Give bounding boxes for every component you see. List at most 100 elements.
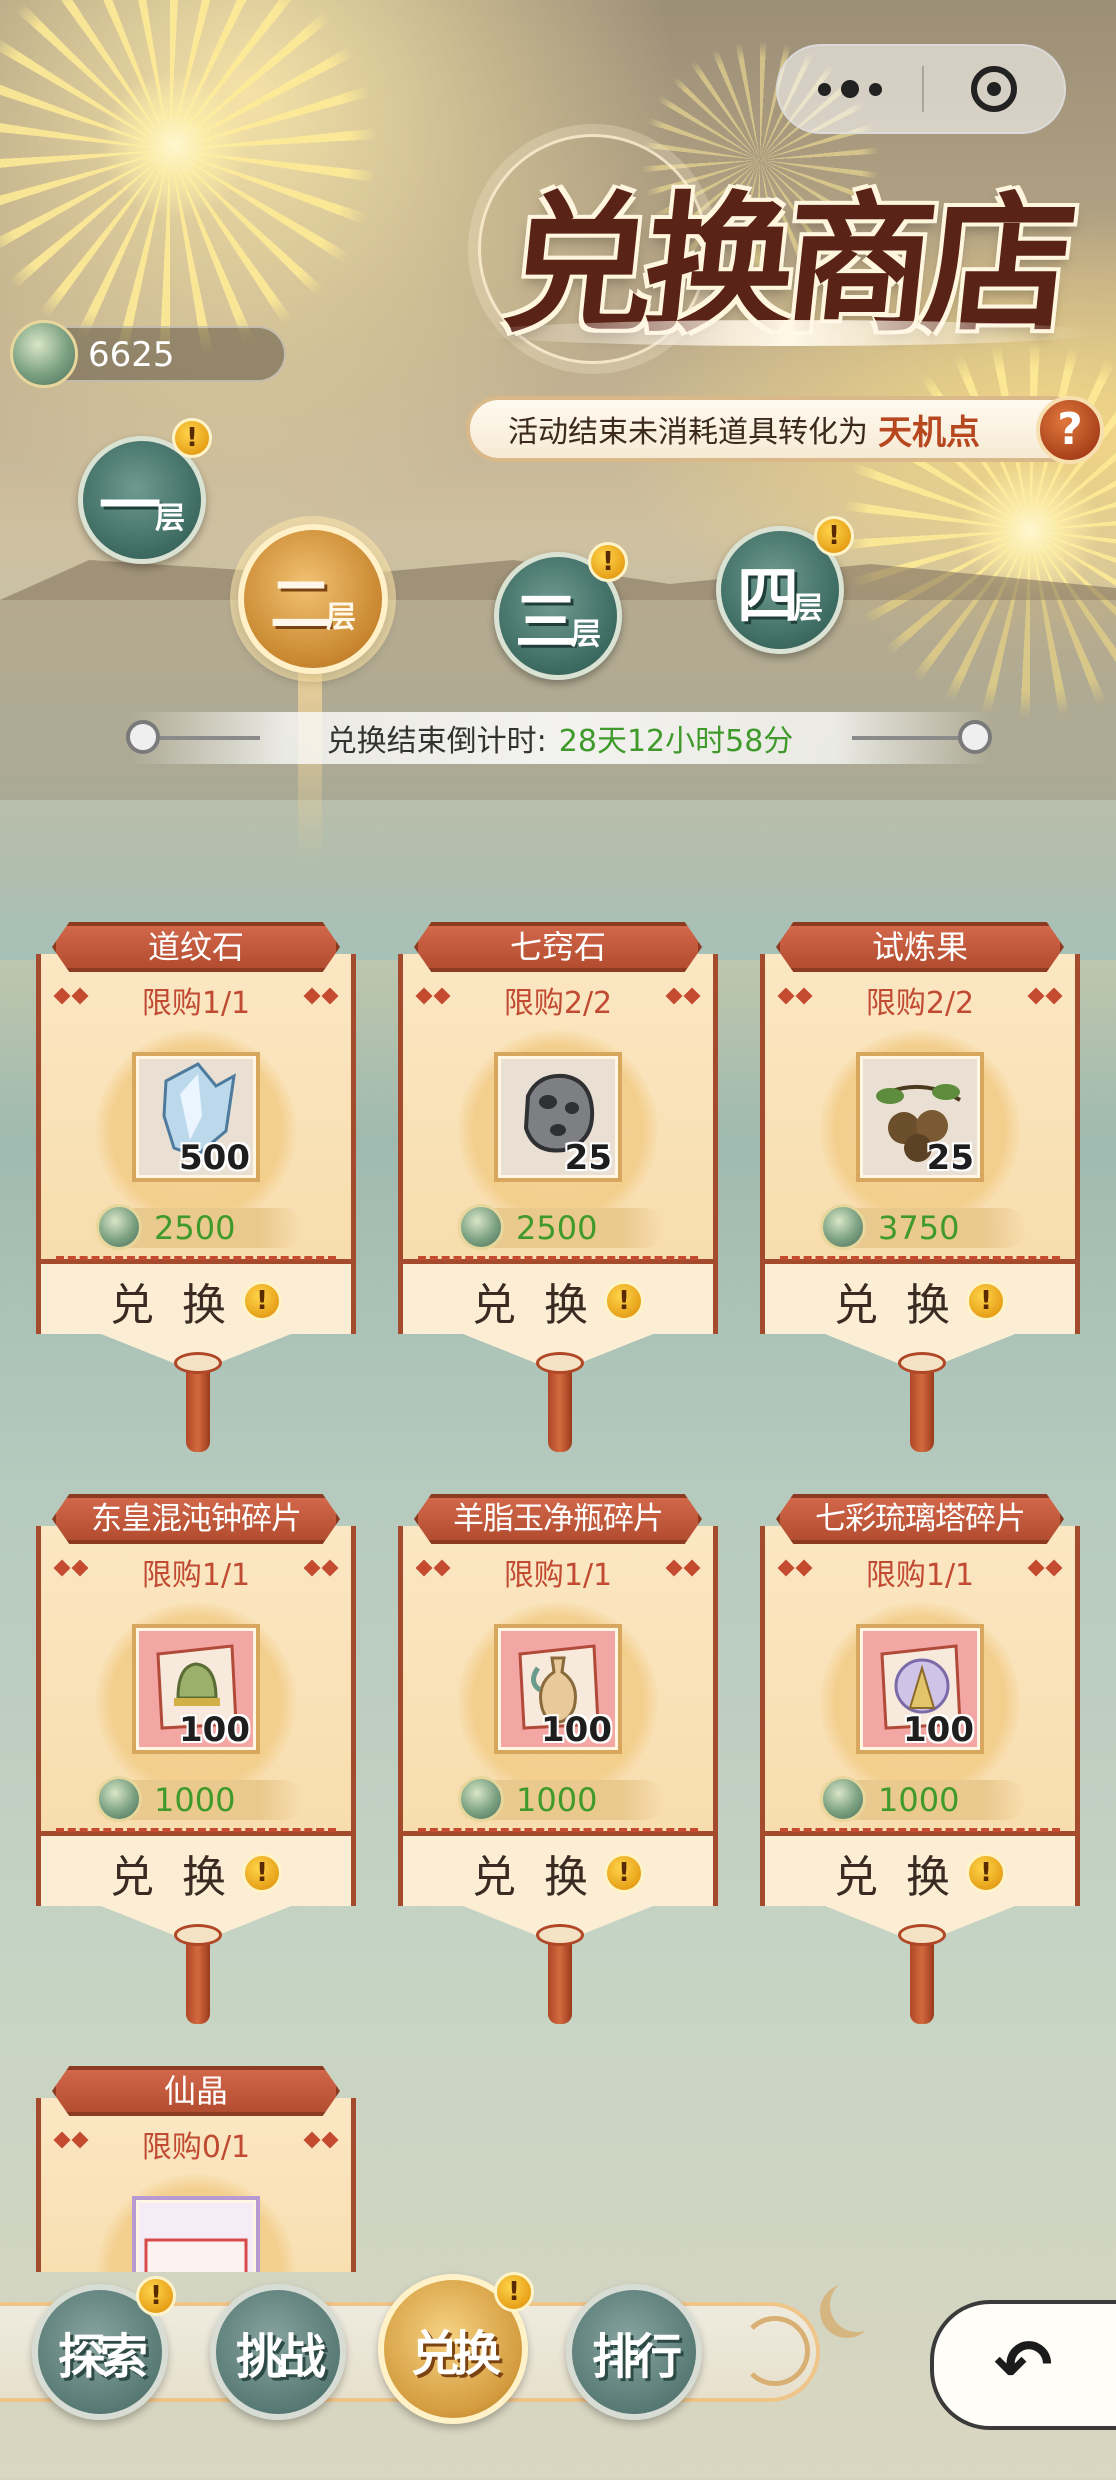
shop-item-card: 东皇混沌钟碎片 限购1/1 100 1000 兑换 !	[36, 1494, 356, 2024]
card-stem-cap	[536, 1352, 584, 1374]
shop-item-card: 七彩琉璃塔碎片 限购1/1 100 1000 兑换 !	[760, 1494, 1080, 2024]
item-name: 道纹石	[52, 922, 340, 972]
item-frame[interactable]: 100	[132, 1624, 260, 1754]
card-stem-cap	[898, 1352, 946, 1374]
card-divider	[56, 1256, 336, 1260]
countdown-knob-left	[126, 720, 160, 754]
exchange-alert-badge: !	[604, 1853, 644, 1893]
conversion-note-text: 活动结束未消耗道具转化为	[508, 415, 868, 450]
item-frame[interactable]: 25	[856, 1052, 984, 1182]
nav-label: 挑战	[235, 2329, 326, 2385]
jade-coin-icon	[458, 1776, 504, 1822]
exchange-button[interactable]: 兑换 !	[398, 1846, 718, 1903]
exchange-button[interactable]: 兑换 !	[36, 1274, 356, 1331]
item-count: 25	[564, 1138, 612, 1178]
shop-item-card: 仙晶 限购0/1	[36, 2066, 356, 2272]
help-button[interactable]: ?	[1036, 396, 1104, 464]
item-frame[interactable]: 100	[494, 1624, 622, 1754]
item-name: 仙晶	[52, 2066, 340, 2116]
item-count: 100	[541, 1710, 612, 1750]
item-price-value: 2500	[154, 1209, 236, 1247]
card-divider	[418, 1256, 698, 1260]
countdown-value: 28天12小时58分	[558, 724, 794, 759]
tier-label-main: 四	[736, 559, 799, 632]
close-target-icon[interactable]	[924, 46, 1064, 132]
jade-coin-icon	[820, 1204, 866, 1250]
card-divider	[418, 1828, 698, 1832]
exchange-alert-badge: !	[604, 1281, 644, 1321]
item-price-value: 3750	[878, 1209, 960, 1247]
countdown-label: 兑换结束倒计时:	[326, 724, 547, 759]
conversion-note-highlight: 天机点	[878, 412, 980, 453]
card-stem-cap	[536, 1924, 584, 1946]
nav-ranking[interactable]: 排行	[566, 2284, 702, 2420]
more-dots-icon[interactable]	[778, 46, 922, 132]
card-stem	[910, 1362, 934, 1452]
moon-decoration	[830, 2278, 884, 2332]
item-name: 羊脂玉净瓶碎片	[414, 1494, 702, 1544]
tier-label-sub: 层	[326, 600, 356, 635]
item-count: 100	[179, 1710, 250, 1750]
back-button[interactable]: ↶	[930, 2300, 1116, 2430]
exchange-button[interactable]: 兑换 !	[398, 1274, 718, 1331]
conversion-note: 活动结束未消耗道具转化为 天机点	[466, 396, 1084, 462]
jade-coin-icon	[10, 320, 78, 388]
item-frame[interactable]: 100	[856, 1624, 984, 1754]
item-price-value: 1000	[154, 1781, 236, 1819]
countdown-knob-right	[958, 720, 992, 754]
nav-label: 探索	[57, 2329, 148, 2385]
nav-label: 排行	[591, 2329, 682, 2385]
tier-label-sub: 层	[155, 501, 185, 536]
card-stem	[910, 1934, 934, 2024]
nav-bar-end-decoration	[740, 2316, 810, 2386]
exchange-label: 兑换	[834, 1280, 978, 1331]
item-count: 100	[903, 1710, 974, 1750]
item-price: 2500	[92, 1204, 302, 1250]
exchange-label: 兑换	[472, 1852, 616, 1903]
shop-item-card: 七窍石 限购2/2 25 2500 兑换 !	[398, 922, 718, 1452]
item-frame[interactable]: 500	[132, 1052, 260, 1182]
nav-label: 兑换	[410, 2326, 501, 2382]
card-divider	[56, 1828, 336, 1832]
exchange-alert-badge: !	[966, 1281, 1006, 1321]
exchange-label: 兑换	[110, 1280, 254, 1331]
tier-label-sub: 层	[793, 591, 823, 626]
jade-coin-icon	[820, 1776, 866, 1822]
nav-challenge[interactable]: 挑战	[210, 2284, 346, 2420]
card-divider	[780, 1256, 1060, 1260]
purchase-limit: 限购1/1	[141, 1558, 251, 1593]
item-count: 25	[926, 1138, 974, 1178]
card-divider	[780, 1828, 1060, 1832]
item-price-value: 2500	[516, 1209, 598, 1247]
exchange-label: 兑换	[472, 1280, 616, 1331]
currency-amount: 6625	[88, 335, 175, 375]
exchange-label: 兑换	[110, 1852, 254, 1903]
countdown-line-right	[852, 736, 962, 740]
nav-alert-badge: !	[494, 2272, 534, 2312]
card-stem	[186, 1934, 210, 2024]
exchange-alert-badge: !	[242, 1853, 282, 1893]
firework-glow	[100, 70, 250, 220]
tier-button-2[interactable]: 二层	[238, 524, 388, 674]
countdown-line-left	[160, 736, 260, 740]
card-stem	[548, 1362, 572, 1452]
item-price-value: 1000	[516, 1781, 598, 1819]
item-name: 七彩琉璃塔碎片	[776, 1494, 1064, 1544]
exchange-button[interactable]: 兑换 !	[760, 1274, 1080, 1331]
shop-item-card: 试炼果 限购2/2 25 3750 兑换 !	[760, 922, 1080, 1452]
tier-label-main: 三	[514, 585, 577, 658]
item-frame[interactable]	[132, 2196, 260, 2272]
card-stem-cap	[898, 1924, 946, 1946]
tier-label-main: 一	[98, 469, 161, 542]
item-name: 七窍石	[414, 922, 702, 972]
card-stem-cap	[174, 1924, 222, 1946]
exchange-alert-badge: !	[242, 1281, 282, 1321]
item-price: 3750	[816, 1204, 1026, 1250]
purchase-limit: 限购0/1	[141, 2130, 251, 2165]
exchange-button[interactable]: 兑换 !	[36, 1846, 356, 1903]
item-frame[interactable]: 25	[494, 1052, 622, 1182]
purchase-limit: 限购2/2	[503, 986, 613, 1021]
purchase-limit: 限购2/2	[865, 986, 975, 1021]
purchase-limit: 限购1/1	[503, 1558, 613, 1593]
exchange-button[interactable]: 兑换 !	[760, 1846, 1080, 1903]
